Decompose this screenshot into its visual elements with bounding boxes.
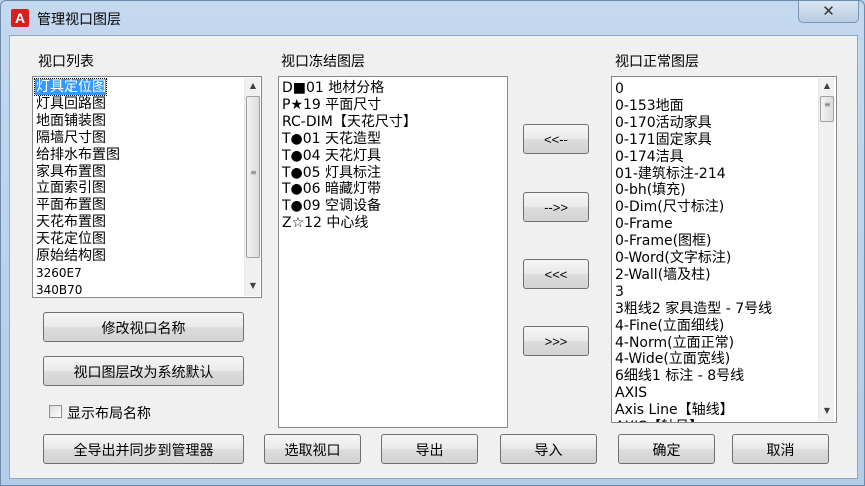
scroll-thumb[interactable]: ≡ <box>246 96 260 258</box>
scroll-up-icon[interactable]: ▲ <box>819 78 835 94</box>
title-bar[interactable]: A 管理视口图层 ✕ <box>1 1 864 35</box>
reset-default-button[interactable]: 视口图层改为系统默认 <box>43 356 244 386</box>
scroll-thumb[interactable]: ≡ <box>820 96 834 122</box>
list-item[interactable]: T●06 暗藏灯带 <box>281 181 381 197</box>
list-item[interactable]: 01-建筑标注-214 <box>614 166 726 182</box>
viewport-list[interactable]: 灯具定位图 灯具回路图 地面铺装图 隔墙尺寸图 给排水布置图 家具布置图 立面索引图 平面布置… <box>32 76 262 298</box>
list-item[interactable]: T●01 天花造型 <box>281 131 381 147</box>
export-sync-button[interactable]: 全导出并同步到管理器 <box>43 434 244 464</box>
ok-button[interactable]: 确定 <box>618 434 715 464</box>
list-item[interactable]: 4-Fine(立面细线) <box>614 318 724 334</box>
list-item[interactable]: T●09 空调设备 <box>281 198 381 214</box>
list-item[interactable]: 0 <box>614 81 624 97</box>
list-item[interactable]: 6细线1 标注 - 8号线 <box>614 368 744 384</box>
rename-viewport-button[interactable]: 修改视口名称 <box>43 312 244 342</box>
normal-layers-scrollbar[interactable]: ▲ ≡ ▼ <box>818 78 834 421</box>
import-button[interactable]: 导入 <box>500 434 597 464</box>
scroll-up-icon[interactable]: ▲ <box>245 78 261 94</box>
scroll-down-icon[interactable]: ▼ <box>245 278 261 294</box>
dialog-window: A 管理视口图层 ✕ 视口列表 灯具定位图 灯具回路图 地面铺装图 隔墙尺寸图 给排水布… <box>0 0 865 486</box>
move-left-button[interactable]: <<-- <box>523 124 589 154</box>
scroll-grip-icon: ≡ <box>824 100 831 109</box>
list-item[interactable]: 0-170活动家具 <box>614 115 712 131</box>
list-item[interactable]: 0-Word(文字标注) <box>614 250 731 266</box>
show-layout-name-checkbox[interactable] <box>49 405 62 418</box>
list-item[interactable]: 0-Frame <box>614 216 673 232</box>
list-item[interactable]: 立面索引图 <box>35 180 106 196</box>
list-item[interactable]: 3粗线2 家具造型 - 7号线 <box>614 301 772 317</box>
move-all-left-button[interactable]: <<< <box>523 259 589 289</box>
pick-viewport-button[interactable]: 选取视口 <box>264 434 361 464</box>
viewport-list-label: 视口列表 <box>37 54 95 70</box>
autocad-app-icon: A <box>11 9 29 27</box>
list-item[interactable]: RC-DIM【天花尺寸】 <box>281 114 417 130</box>
list-item[interactable]: 隔墙尺寸图 <box>35 130 106 146</box>
list-item[interactable]: T●04 天花灯具 <box>281 148 381 164</box>
list-item[interactable]: 4-Wide(立面宽线) <box>614 351 730 367</box>
list-item[interactable]: Axis Line【轴线】 <box>614 402 734 418</box>
frozen-layers-label: 视口冻结图层 <box>280 54 366 70</box>
list-item[interactable]: 3 <box>614 284 624 300</box>
move-all-right-button[interactable]: >>> <box>523 326 589 356</box>
list-item[interactable]: 0-153地面 <box>614 98 684 114</box>
list-item[interactable]: P★19 平面尺寸 <box>281 97 381 113</box>
list-item[interactable]: 灯具定位图 <box>34 78 107 96</box>
list-item[interactable]: 家具布置图 <box>35 164 106 180</box>
export-button[interactable]: 导出 <box>381 434 478 464</box>
frozen-layers-list[interactable]: D■01 地材分格 P★19 平面尺寸 RC-DIM【天花尺寸】 T●01 天花造型 T… <box>278 76 508 428</box>
close-icon: ✕ <box>822 2 835 20</box>
close-button[interactable]: ✕ <box>798 1 859 23</box>
normal-layers-list[interactable]: 0 0-153地面 0-170活动家具 0-171固定家具 0-174洁具 01-建筑标注… <box>611 76 837 423</box>
list-item[interactable]: 地面铺装图 <box>35 113 106 129</box>
list-item[interactable]: 0-bh(填充) <box>614 182 686 198</box>
show-layout-name-label[interactable]: 显示布局名称 <box>67 403 151 423</box>
list-item[interactable]: AXIS <box>614 385 647 401</box>
list-item[interactable]: D■01 地材分格 <box>281 80 384 96</box>
list-item[interactable]: 天花布置图 <box>35 214 106 230</box>
list-item[interactable]: 给排水布置图 <box>35 147 120 163</box>
window-title: 管理视口图层 <box>37 12 121 28</box>
cancel-button[interactable]: 取消 <box>732 434 829 464</box>
scroll-grip-icon: ≡ <box>250 168 257 177</box>
list-item[interactable]: 平面布置图 <box>35 197 106 213</box>
list-item[interactable]: T●05 灯具标注 <box>281 165 381 181</box>
list-item[interactable]: Z☆12 中心线 <box>281 215 368 231</box>
normal-layers-label: 视口正常图层 <box>614 54 700 70</box>
viewport-list-scrollbar[interactable]: ▲ ≡ ▼ <box>244 78 260 296</box>
list-item[interactable]: 原始结构图 <box>35 248 106 264</box>
list-item[interactable]: 0-171固定家具 <box>614 132 712 148</box>
list-item[interactable]: AXIS【轴号】 <box>614 419 703 422</box>
list-item[interactable]: 340B70 <box>35 282 82 297</box>
move-right-button[interactable]: -->> <box>523 192 589 222</box>
list-item[interactable]: 天花定位图 <box>35 231 106 247</box>
list-item[interactable]: 灯具回路图 <box>35 96 106 112</box>
list-item[interactable]: 2-Wall(墙及柱) <box>614 267 711 283</box>
list-item[interactable]: 0-Dim(尺寸标注) <box>614 199 724 215</box>
list-item[interactable]: 3260E7 <box>35 265 82 281</box>
dialog-client-area: 视口列表 灯具定位图 灯具回路图 地面铺装图 隔墙尺寸图 给排水布置图 家具布置图 立面索引… <box>9 35 858 479</box>
list-item[interactable]: 0-174洁具 <box>614 149 684 165</box>
list-item[interactable]: 0-Frame(图框) <box>614 233 712 249</box>
list-item[interactable]: 4-Norm(立面正常) <box>614 335 734 351</box>
scroll-down-icon[interactable]: ▼ <box>819 403 835 419</box>
